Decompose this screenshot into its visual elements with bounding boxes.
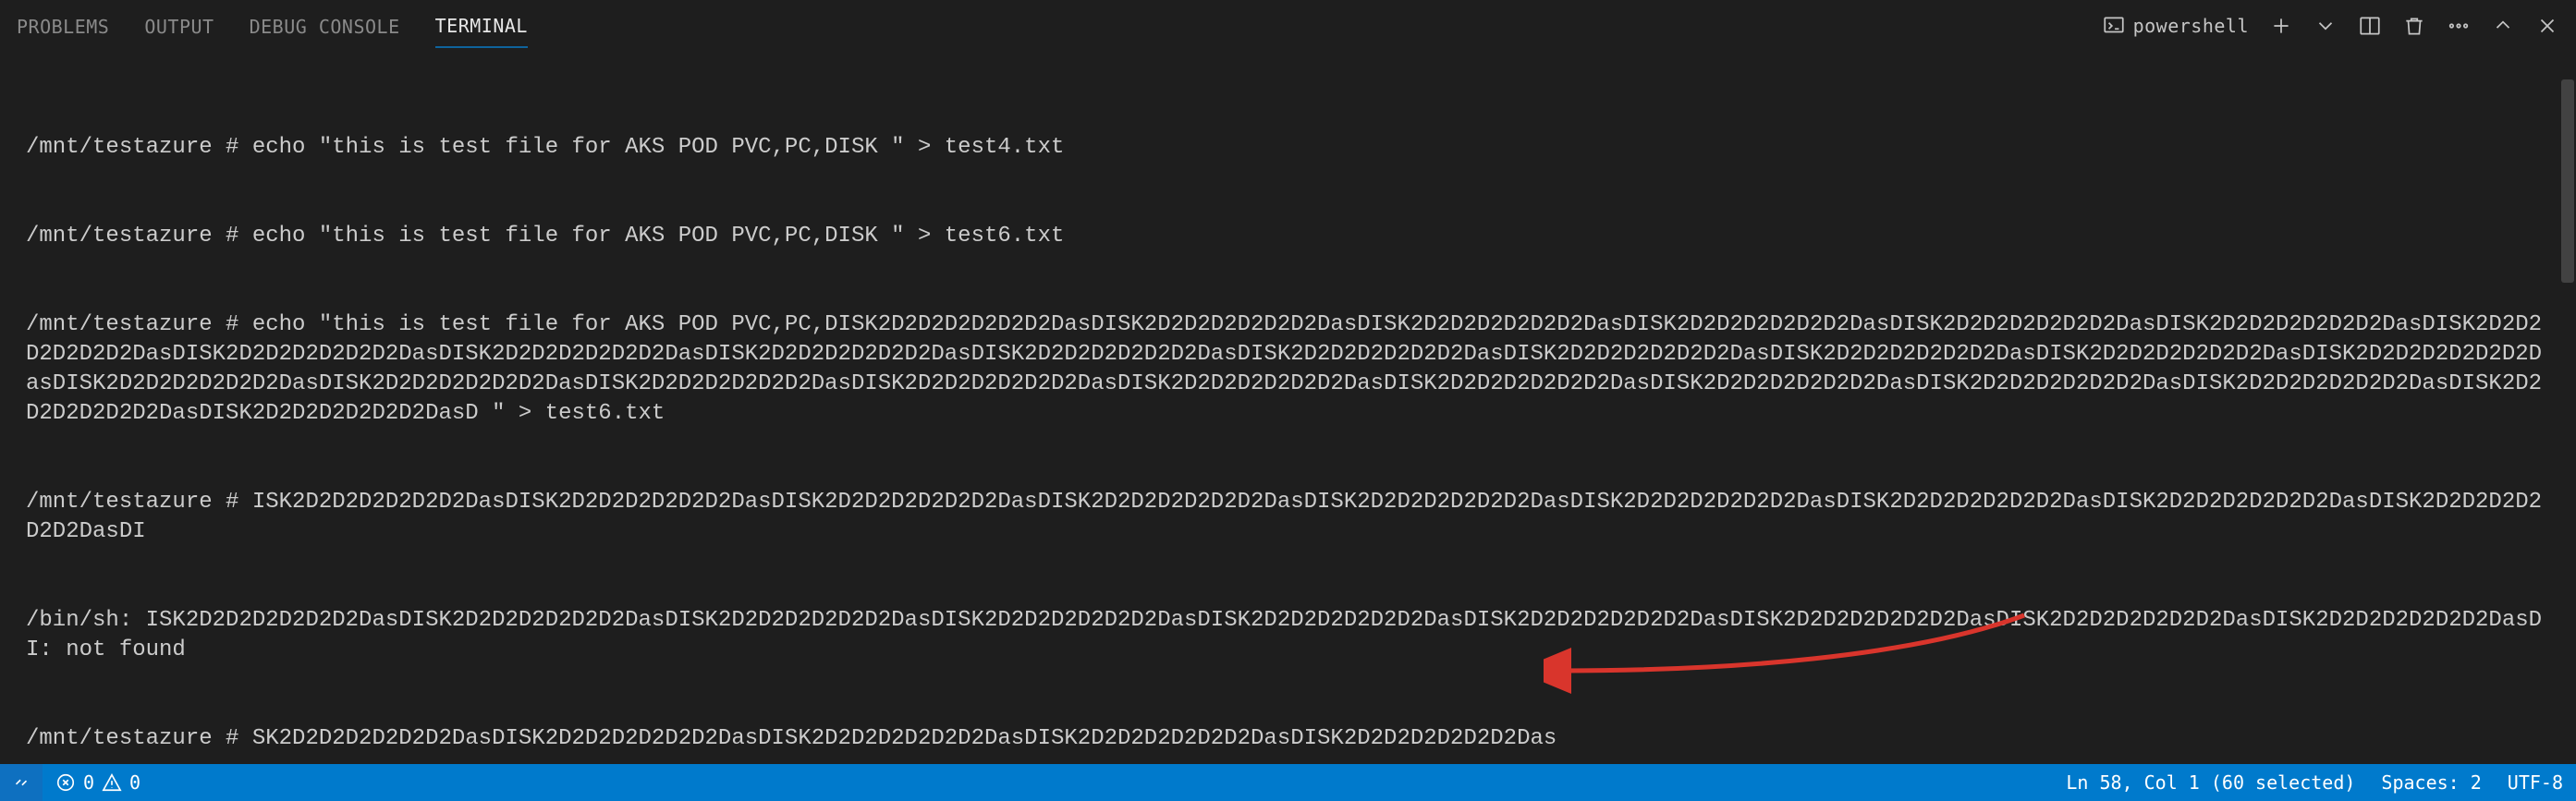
tab-terminal[interactable]: TERMINAL bbox=[435, 4, 528, 48]
split-terminal-icon[interactable] bbox=[2358, 14, 2382, 38]
chevron-down-icon[interactable] bbox=[2314, 14, 2338, 38]
tab-output[interactable]: OUTPUT bbox=[144, 5, 214, 47]
status-selection[interactable]: Ln 58, Col 1 (60 selected) bbox=[2053, 764, 2368, 801]
terminal-line: /mnt/testazure # echo "this is test file… bbox=[26, 222, 2550, 251]
scrollbar-thumb[interactable] bbox=[2561, 79, 2574, 283]
terminal-scrollbar[interactable] bbox=[2559, 52, 2576, 764]
terminal-line: /mnt/testazure # ISK2D2D2D2D2D2D2DasDISK… bbox=[26, 488, 2550, 547]
status-indent[interactable]: Spaces: 2 bbox=[2368, 764, 2494, 801]
status-encoding[interactable]: UTF-8 bbox=[2495, 764, 2576, 801]
status-problems[interactable]: 0 0 bbox=[43, 764, 153, 801]
warning-count: 0 bbox=[129, 771, 140, 794]
terminal-line: /bin/sh: ISK2D2D2D2D2D2D2DasDISK2D2D2D2D… bbox=[26, 606, 2550, 665]
new-terminal-icon[interactable] bbox=[2269, 14, 2293, 38]
terminal-icon bbox=[2102, 14, 2126, 38]
terminal-line: /mnt/testazure # echo "this is test file… bbox=[26, 310, 2550, 429]
warning-icon bbox=[102, 772, 122, 793]
maximize-panel-icon[interactable] bbox=[2491, 14, 2515, 38]
more-actions-icon[interactable] bbox=[2447, 14, 2471, 38]
terminal-line: /mnt/testazure # SK2D2D2D2D2D2D2DasDISK2… bbox=[26, 724, 2550, 754]
shell-label: powershell bbox=[2133, 15, 2249, 37]
shell-picker[interactable]: powershell bbox=[2102, 14, 2249, 38]
error-icon bbox=[55, 772, 76, 793]
terminal-line: /mnt/testazure # echo "this is test file… bbox=[26, 133, 2550, 163]
tab-debug-console[interactable]: DEBUG CONSOLE bbox=[250, 5, 400, 47]
error-count: 0 bbox=[83, 771, 94, 794]
panel-actions: powershell bbox=[2102, 14, 2559, 38]
status-bar: 0 0 Ln 58, Col 1 (60 selected) Spaces: 2… bbox=[0, 764, 2576, 801]
terminal-view[interactable]: /mnt/testazure # echo "this is test file… bbox=[0, 52, 2576, 764]
remote-window-button[interactable] bbox=[0, 764, 43, 801]
close-panel-icon[interactable] bbox=[2535, 14, 2559, 38]
panel-tab-bar: PROBLEMS OUTPUT DEBUG CONSOLE TERMINAL p… bbox=[0, 0, 2576, 52]
tab-problems[interactable]: PROBLEMS bbox=[17, 5, 109, 47]
kill-terminal-icon[interactable] bbox=[2402, 14, 2426, 38]
